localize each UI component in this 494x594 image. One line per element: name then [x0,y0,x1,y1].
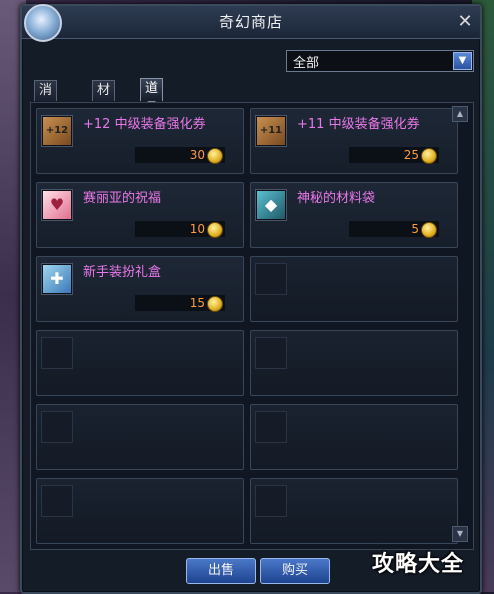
tab-consumables[interactable]: 消耗品 [34,80,58,138]
shop-item-slot[interactable]: ◆ 神秘的材料袋 5 [250,182,458,248]
empty-icon-frame [255,485,287,517]
shop-item-slot[interactable]: +12 +12 中级装备强化券 30 [36,108,244,174]
scroll-up-icon[interactable]: ▲ [452,106,468,122]
gift-box-icon: ✚ [43,265,71,293]
empty-item-slot [36,404,244,470]
material-bag-icon: ◆ [257,191,285,219]
item-icon-frame: ✚ [41,263,73,295]
empty-icon-frame [255,337,287,369]
empty-icon-frame [41,485,73,517]
buy-button[interactable]: 购买 [260,558,330,584]
empty-item-slot [250,478,458,544]
price-bar: 10 [135,221,225,238]
item-icon-frame: ♥ [41,189,73,221]
coin-icon [207,296,223,312]
item-name: 新手装扮礼盒 [83,265,162,280]
watermark-text: 攻略大全 [372,552,465,577]
item-price: 15 [189,296,205,310]
window-title: 奇幻商店 [218,13,283,31]
empty-item-slot [250,256,458,322]
item-price: 10 [189,222,205,236]
item-icon-frame: ◆ [255,189,287,221]
chevron-down-icon[interactable]: ▼ [453,52,472,70]
close-icon[interactable]: ✕ [456,13,474,31]
price-bar: 5 [349,221,439,238]
empty-item-slot [250,330,458,396]
filter-selected-value: 全部 [293,56,320,71]
coin-icon [421,148,437,164]
coin-icon [421,222,437,238]
item-price: 5 [411,222,419,236]
coin-icon [207,148,223,164]
empty-icon-frame [255,263,287,295]
category-filter-dropdown[interactable]: 全部 ▼ [286,50,474,72]
item-name: 神秘的材料袋 [297,191,376,206]
item-icon-frame: +11 [255,115,287,147]
shop-item-slot[interactable]: ✚ 新手装扮礼盒 15 [36,256,244,322]
shop-window: 奇幻商店 ✕ 全部 ▼ 消耗品 材料 道具 +12 +12 中级装备强化券 30… [20,4,482,594]
price-bar: 30 [135,147,225,164]
titlebar[interactable]: 奇幻商店 ✕ [22,4,480,42]
price-bar: 25 [349,147,439,164]
empty-icon-frame [255,411,287,443]
seria-portrait-icon: ♥ [43,191,71,219]
scrollbar[interactable]: ▲ ▼ [452,104,468,544]
shop-item-slot[interactable]: ♥ 赛丽亚的祝福 10 [36,182,244,248]
coin-icon [207,222,223,238]
empty-icon-frame [41,337,73,369]
item-icon-frame: +12 [41,115,73,147]
empty-icon-frame [41,411,73,443]
item-name: 赛丽亚的祝福 [83,191,162,206]
item-name: +11 中级装备强化券 [297,117,420,132]
item-price: 30 [189,148,205,162]
item-price: 25 [403,148,419,162]
sell-button[interactable]: 出售 [186,558,256,584]
tab-materials[interactable]: 材料 [92,80,116,118]
shop-item-slot[interactable]: +11 +11 中级装备强化券 25 [250,108,458,174]
price-bar: 15 [135,295,225,312]
tab-items[interactable]: 道具 [140,78,164,116]
item-name: +12 中级装备强化券 [83,117,206,132]
empty-item-slot [36,478,244,544]
enhancement-scroll-icon: +12 [43,117,71,145]
enhancement-scroll-icon: +11 [257,117,285,145]
scroll-down-icon[interactable]: ▼ [452,526,468,542]
empty-item-slot [36,330,244,396]
empty-item-slot [250,404,458,470]
